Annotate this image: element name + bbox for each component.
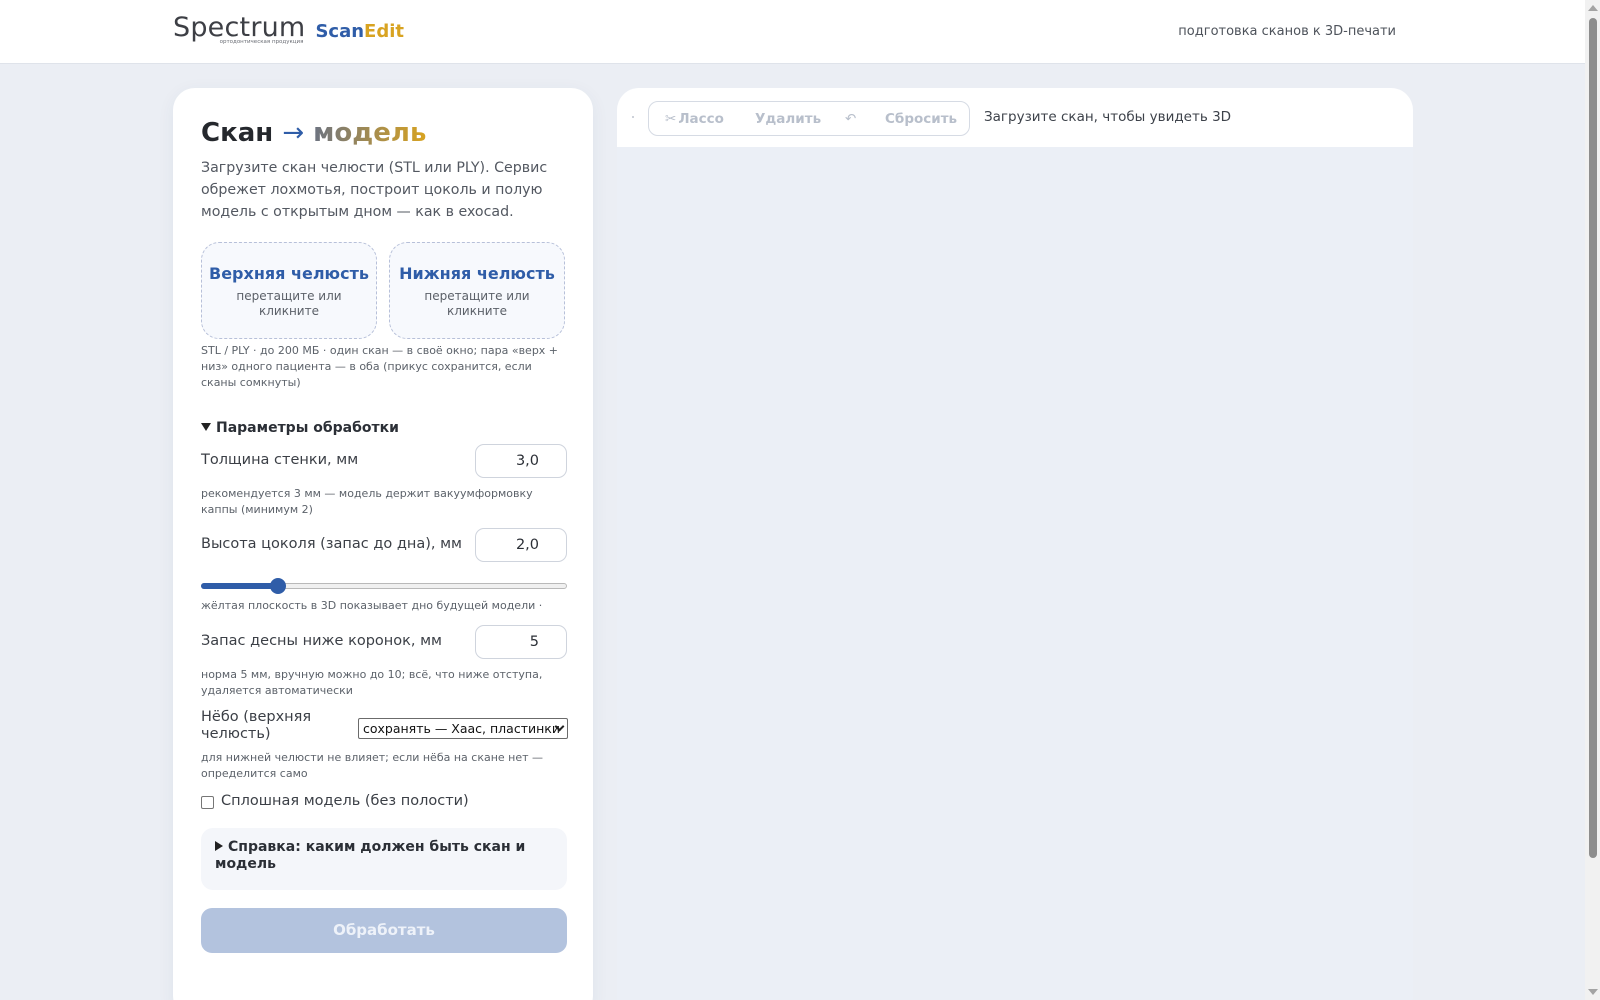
help-section[interactable]: Справка: каким должен быть скан и модель [201,828,567,890]
scissors-icon: ✂ [665,111,677,127]
help-section-title: Справка: каким должен быть скан и модель [215,839,526,872]
upper-jaw-dropzone[interactable]: Верхняя челюсть перетащите или кликните [201,242,377,339]
wall-thickness-input[interactable] [475,444,567,478]
page-scrollbar[interactable] [1585,0,1600,1000]
base-plane-note: жёлтая плоскость в 3D показывает дно буд… [201,599,543,612]
slider-fill [201,583,278,589]
params-section-title: Параметры обработки [216,420,399,436]
base-height-input[interactable] [475,528,567,562]
slider-thumb[interactable] [270,578,286,594]
viewer-status: Загрузите скан, чтобы увидеть 3D [984,109,1232,125]
logo-product: ScanEdit [315,21,404,42]
wall-thickness-note: рекомендуется 3 мм — модель держит вакуу… [201,487,533,516]
logo-wordmark: Spectrum [173,12,306,43]
upper-jaw-hint: перетащите или кликните [236,289,342,318]
title-arrow-icon: → [282,118,305,148]
process-button[interactable]: Обработать [201,908,567,953]
gum-margin-label: Запас десны ниже коронок, мм [201,633,442,649]
solid-model-label[interactable]: Сплошная модель (без полости) [221,793,469,809]
header-tagline: подготовка сканов к 3D-печати [1178,24,1396,39]
lasso-label: Лассо [678,111,724,127]
edit-tools-group: ✂ Лассо Удалить ↶ Сбросить [648,101,970,136]
palate-label: Нёбо (верхняя челюсть) [201,709,312,742]
base-height-slider[interactable] [201,578,567,594]
title-scan: Скан [201,118,274,148]
palate-select-value: сохранять — Хаас, пластинки [363,721,560,736]
palate-note: для нижней челюсти не влияет; если нёба … [201,751,544,780]
triangle-right-icon [215,841,223,851]
settings-panel: Скан → модель Загрузите скан челюсти (ST… [173,88,593,1000]
top-bar: Spectrum ортодонтическая продукция ScanE… [0,0,1585,64]
logo[interactable]: Spectrum ортодонтическая продукция ScanE… [173,12,404,46]
solid-model-checkbox[interactable] [201,796,214,809]
gum-margin-note: норма 5 мм, вручную можно до 10; всё, чт… [201,668,543,697]
undo-icon[interactable]: ↶ [845,111,856,127]
logo-product-scan: Scan [315,21,365,42]
lower-jaw-dropzone[interactable]: Нижняя челюсть перетащите или кликните [389,242,565,339]
help-section-toggle[interactable]: Справка: каким должен быть скан и модель [215,839,535,873]
scroll-up-arrow-icon[interactable] [1588,5,1598,11]
triangle-down-icon [201,423,211,431]
scroll-thumb[interactable] [1589,18,1597,858]
gum-margin-input[interactable] [475,625,567,659]
reset-button[interactable]: Сбросить [885,111,957,127]
params-section-toggle[interactable]: Параметры обработки [201,420,399,436]
intro-text: Загрузите скан челюсти (STL или PLY). Се… [201,160,548,220]
upper-jaw-title: Верхняя челюсть [209,264,369,283]
lasso-button[interactable]: ✂ Лассо [665,111,724,127]
delete-button[interactable]: Удалить [755,111,821,127]
base-height-label: Высота цоколя (запас до дна), мм [201,536,462,552]
viewer-toolbar: ✂ Лассо Удалить ↶ Сбросить Загрузите скан… [617,88,1413,147]
palate-select[interactable]: сохранять — Хаас, пластинки [358,718,568,739]
scroll-down-arrow-icon[interactable] [1588,989,1598,995]
file-format-note: STL / PLY · до 200 МБ · один скан — в св… [201,344,559,389]
lower-jaw-hint: перетащите или кликните [424,289,530,318]
logo-product-edit: Edit [364,21,405,42]
viewer-panel[interactable]: ✂ Лассо Удалить ↶ Сбросить Загрузите скан… [617,88,1413,1000]
toolbar-dot [632,116,634,118]
wall-thickness-label: Толщина стенки, мм [201,452,359,468]
logo-subtitle: ортодонтическая продукция [219,39,304,45]
lower-jaw-title: Нижняя челюсть [399,264,555,283]
page-title: Скан → модель [201,118,426,148]
title-model: модель [313,118,427,148]
logo-main: Spectrum ортодонтическая продукция [173,12,306,46]
